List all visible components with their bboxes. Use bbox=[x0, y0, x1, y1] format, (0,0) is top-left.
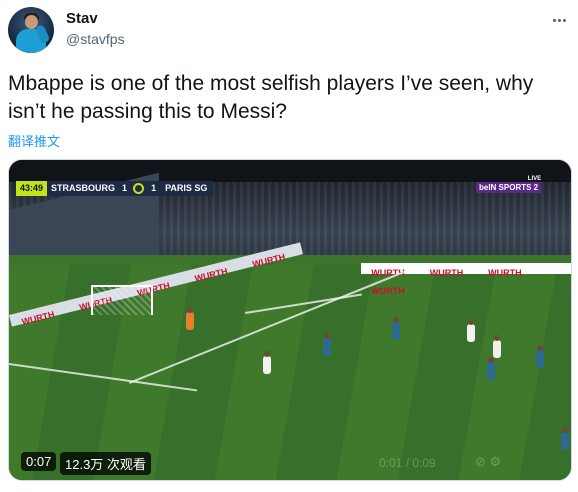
home-team: STRASBOURG bbox=[47, 181, 120, 196]
broadcaster-logo: LIVE beIN SPORTS 2 bbox=[476, 176, 542, 193]
player-blue bbox=[561, 427, 569, 450]
tweet-text: Mbappe is one of the most selfish player… bbox=[8, 72, 534, 123]
broadcaster-logo-text: beIN SPORTS 2 bbox=[476, 182, 542, 193]
adboard-text: WURTH bbox=[371, 286, 405, 296]
player-blue bbox=[323, 333, 331, 356]
author-handle[interactable]: @stavfps bbox=[66, 31, 125, 47]
player-white bbox=[467, 319, 475, 342]
adboard-text: WURTH bbox=[488, 268, 522, 278]
player-blue bbox=[487, 357, 495, 380]
ghost-timestamp: 0:01 / 0:09 bbox=[379, 456, 436, 470]
player-blue bbox=[536, 345, 544, 368]
avatar[interactable] bbox=[8, 7, 54, 53]
player-white bbox=[263, 351, 271, 374]
home-score: 1 bbox=[119, 181, 131, 196]
ghost-controls-icon: ⊘ ⚙ bbox=[475, 454, 502, 469]
more-dots-icon[interactable] bbox=[553, 12, 571, 23]
player-white bbox=[493, 335, 501, 358]
tweet-card: Stav @stavfps Mbappe is one of the most … bbox=[0, 0, 578, 492]
video-player[interactable]: WURTH WURTH WURTH WURTH WURTH WURTH WURT… bbox=[8, 159, 572, 481]
scorebug: 43:49 STRASBOURG 1 1 PARIS SG bbox=[16, 181, 214, 196]
author-name[interactable]: Stav bbox=[66, 10, 98, 27]
player-blue bbox=[392, 317, 400, 340]
goalkeeper bbox=[186, 307, 194, 330]
video-timestamp: 0:07 bbox=[21, 452, 57, 471]
view-count: 12.3万 次观看 bbox=[60, 452, 151, 475]
goal bbox=[91, 285, 153, 315]
away-team: PARIS SG bbox=[159, 181, 214, 196]
translate-link[interactable]: 翻译推文 bbox=[8, 131, 60, 150]
league-logo-icon bbox=[130, 181, 149, 196]
adboard-text: WURTH bbox=[429, 268, 464, 278]
match-clock: 43:49 bbox=[16, 181, 48, 196]
adboard-right: WURTH WURTH WURTH WURTH bbox=[361, 263, 571, 296]
away-score: 1 bbox=[148, 181, 160, 196]
